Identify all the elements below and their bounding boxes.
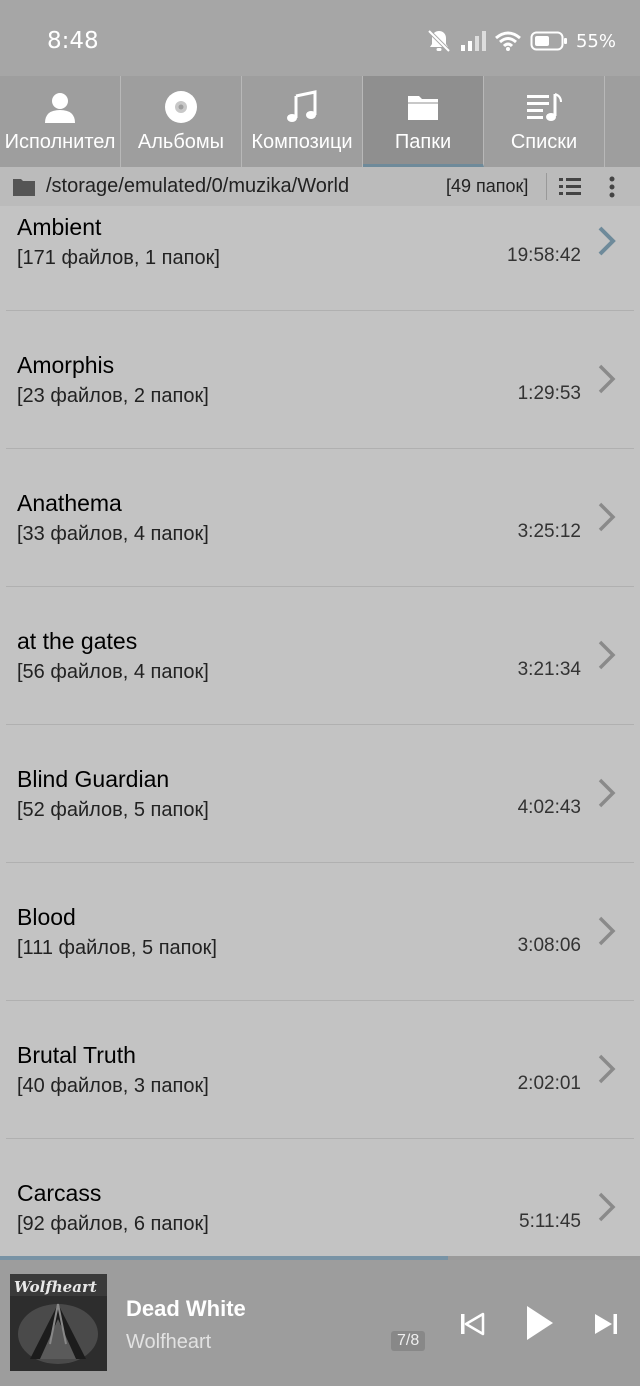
list-item[interactable]: Blind Guardian [52 файлов, 5 папок] 4:02…: [0, 756, 640, 894]
folder-info: [111 файлов, 5 папок]: [17, 937, 217, 959]
folder-name: Blood: [17, 904, 76, 930]
tab-folders[interactable]: Папки: [363, 76, 484, 167]
folder-info: [40 файлов, 3 папок]: [17, 1075, 209, 1097]
divider: [6, 724, 634, 725]
status-icons: 55%: [426, 26, 616, 56]
path-bar: /storage/emulated/0/muzika/World [49 пап…: [0, 167, 640, 206]
list-item[interactable]: Ambient [171 файлов, 1 папок] 19:58:42: [0, 206, 640, 342]
divider: [6, 310, 634, 311]
previous-button[interactable]: [452, 1304, 492, 1344]
folder-info: [92 файлов, 6 папок]: [17, 1213, 209, 1235]
folder-duration: 3:21:34: [517, 659, 581, 680]
divider: [6, 1000, 634, 1001]
current-path: /storage/emulated/0/muzika/World: [46, 175, 350, 197]
tab-label: Списки: [510, 131, 578, 153]
play-icon: [527, 1306, 553, 1340]
divider: [6, 586, 634, 587]
folder-count: [49 папок]: [446, 176, 529, 196]
tab-label: Альбомы: [137, 131, 225, 153]
tab-tracks[interactable]: Композици: [242, 76, 363, 167]
folder-name: at the gates: [17, 628, 138, 654]
folder-duration: 5:11:45: [519, 1211, 581, 1232]
skip-next-icon: [595, 1314, 617, 1334]
folder-name: Brutal Truth: [17, 1042, 136, 1068]
folder-duration: 3:08:06: [517, 935, 581, 956]
chevron-right-icon: [598, 640, 616, 670]
play-button[interactable]: [516, 1300, 562, 1346]
tab-label: Папки: [394, 131, 452, 153]
tab-artists[interactable]: Исполнител: [0, 76, 121, 167]
cellular-signal-icon: [460, 31, 486, 51]
folder-info: [56 файлов, 4 папок]: [17, 661, 209, 683]
folder-duration: 1:29:53: [517, 383, 581, 404]
folder-icon: [13, 179, 35, 196]
mini-player[interactable]: Wolfheart Dead White Wolfheart 7/8: [0, 1260, 640, 1386]
chevron-right-icon: [598, 364, 616, 394]
folder-info: [171 файлов, 1 папок]: [17, 247, 220, 269]
person-icon: [45, 93, 75, 123]
tab-bar: Исполнител Альбомы Композици Папки Списк…: [0, 76, 640, 167]
folder-duration: 4:02:43: [517, 797, 581, 818]
folder-duration: 2:02:01: [517, 1073, 581, 1094]
album-art[interactable]: Wolfheart: [10, 1274, 107, 1371]
folder-name: Amorphis: [17, 352, 115, 378]
chevron-right-icon: [598, 1192, 616, 1222]
list-item[interactable]: Amorphis [23 файлов, 2 папок] 1:29:53: [0, 342, 640, 480]
tab-albums[interactable]: Альбомы: [121, 76, 242, 167]
battery-icon: [530, 31, 567, 51]
track-artist: Wolfheart: [126, 1331, 212, 1353]
list-item[interactable]: Brutal Truth [40 файлов, 3 папок] 2:02:0…: [0, 1032, 640, 1170]
skip-previous-icon: [461, 1312, 485, 1336]
music-note-icon: [287, 90, 317, 122]
list-item[interactable]: Blood [111 файлов, 5 папок] 3:08:06: [0, 894, 640, 1032]
divider: [6, 862, 634, 863]
tab-more-partial[interactable]: [605, 76, 640, 167]
chevron-right-icon: [598, 226, 616, 256]
folder-name: Ambient: [17, 214, 102, 240]
list-item[interactable]: at the gates [56 файлов, 4 папок] 3:21:3…: [0, 618, 640, 756]
status-time: 8:48: [47, 28, 99, 54]
chevron-right-icon: [598, 778, 616, 808]
chevron-right-icon: [598, 1054, 616, 1084]
folder-name: Carcass: [17, 1180, 102, 1206]
battery-percent: 55%: [575, 30, 616, 52]
folder-duration: 3:25:12: [517, 521, 581, 542]
disc-icon: [165, 91, 197, 123]
tab-playlists[interactable]: Списки: [484, 76, 605, 167]
album-art-logo: Wolfheart: [14, 1278, 97, 1296]
tab-label: Исполнител: [4, 131, 116, 153]
status-bar: 8:48 55%: [0, 0, 640, 76]
divider: [6, 448, 634, 449]
folder-name: Anathema: [17, 490, 122, 516]
folder-icon: [408, 96, 438, 120]
divider: [6, 1138, 634, 1139]
folder-list: Ambient [171 файлов, 1 папок] 19:58:42 A…: [0, 206, 640, 1256]
folder-name: Blind Guardian: [17, 766, 170, 792]
playlist-icon: [527, 93, 562, 121]
bell-off-icon: [427, 29, 451, 53]
chevron-right-icon: [598, 916, 616, 946]
list-item[interactable]: Carcass [92 файлов, 6 папок] 5:11:45: [0, 1170, 640, 1256]
folder-duration: 19:58:42: [507, 245, 581, 266]
divider: [546, 173, 547, 200]
next-button[interactable]: [586, 1304, 626, 1344]
list-view-icon[interactable]: [558, 175, 582, 199]
wifi-icon: [495, 31, 521, 51]
list-item[interactable]: Anathema [33 файлов, 4 папок] 3:25:12: [0, 480, 640, 618]
queue-position: 7/8: [391, 1331, 426, 1351]
track-title: Dead White: [126, 1296, 246, 1321]
folder-info: [52 файлов, 5 папок]: [17, 799, 209, 821]
folder-info: [23 файлов, 2 папок]: [17, 385, 209, 407]
folder-info: [33 файлов, 4 папок]: [17, 523, 209, 545]
more-vert-icon[interactable]: [604, 175, 620, 199]
tab-label: Композици: [251, 131, 353, 153]
chevron-right-icon: [598, 502, 616, 532]
